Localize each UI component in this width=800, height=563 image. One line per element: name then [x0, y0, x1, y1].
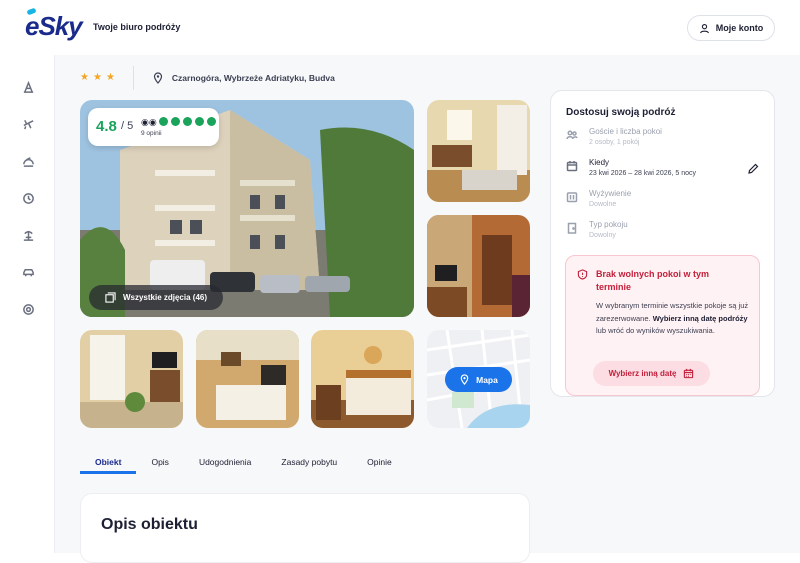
all-photos-label: Wszystkie zdjęcia (46) [122, 293, 208, 302]
alert-title: Brak wolnych pokoi w tym terminie [596, 269, 710, 292]
tab-opis[interactable]: Opis [136, 450, 183, 474]
photo-room-3[interactable] [80, 330, 183, 428]
guests-icon [566, 130, 578, 140]
tagline: Twoje biuro podróży [93, 22, 181, 32]
photo-room-4[interactable] [196, 330, 299, 428]
hotel-icon[interactable] [21, 80, 35, 94]
room-type-label: Typ pokoju [589, 220, 628, 229]
map-label: Mapa [476, 374, 498, 385]
dates-value: 23 kwi 2026 – 28 kwi 2026, 5 nocy [589, 170, 697, 177]
door-icon [567, 222, 577, 234]
calendar-icon [684, 368, 694, 379]
room-type-option[interactable]: Typ pokoju Dowolny [566, 220, 766, 248]
location-text: Czarnogóra, Wybrzeże Adriatyku, Budva [171, 72, 335, 83]
review-count: 9 opinii [141, 130, 162, 137]
alert-body-text-end: lub wróć do wyników wyszukiwania. [596, 326, 715, 335]
dates-label: Kiedy [589, 158, 610, 167]
vacation-icon[interactable] [21, 228, 35, 242]
divider [132, 65, 134, 90]
rating-card[interactable]: 4.8 / 5 ◉◉ 9 opinii [88, 108, 219, 146]
top-bar: eSky Twoje biuro podróży Moje konto [0, 0, 800, 55]
tab-udogodnienia[interactable]: Udogodnienia [184, 450, 266, 474]
guests-option[interactable]: Goście i liczba pokoi 2 osoby, 1 pokój [566, 127, 766, 155]
rating-dot [207, 117, 216, 126]
choose-other-date-label: Wybierz inną datę [608, 369, 677, 378]
gallery-icon [105, 292, 116, 303]
hotel-stars: ★ ★ ★ [80, 72, 115, 83]
tab-obiekt[interactable]: Obiekt [80, 450, 137, 474]
room-image [311, 330, 414, 428]
rating-dot [159, 117, 168, 126]
sidebar [0, 55, 55, 553]
room-image [427, 100, 530, 202]
last-minute-icon[interactable] [21, 191, 35, 205]
section-title: Opis obiektu [101, 516, 198, 533]
panel-title: Dostosuj swoją podróż [566, 107, 676, 118]
location-pin-icon [460, 374, 469, 385]
photo-room-2[interactable] [427, 215, 530, 317]
board-value: Dowolne [589, 201, 617, 208]
hotel-location[interactable]: Czarnogóra, Wybrzeże Adriatyku, Budva [152, 71, 335, 84]
logo-text: eSky [25, 10, 83, 41]
shield-alert-icon [577, 269, 588, 280]
photo-room-5[interactable] [311, 330, 414, 428]
flight-hotel-icon[interactable] [21, 154, 35, 168]
rating-dot [183, 117, 192, 126]
flight-icon[interactable] [21, 117, 35, 131]
calendar-icon [566, 161, 578, 172]
rating-dots [159, 117, 216, 126]
room-image [196, 330, 299, 428]
room-image [80, 330, 183, 428]
car-icon[interactable] [21, 265, 35, 279]
star-icon: ★ [105, 72, 115, 83]
edit-dates-icon[interactable] [747, 163, 759, 175]
alert-body: W wybranym terminie wszystkie pokoje są … [596, 300, 751, 338]
meal-icon [566, 192, 578, 203]
tab-zasady-pobytu[interactable]: Zasady pobytu [266, 450, 352, 474]
star-icon: ★ [80, 72, 89, 83]
room-type-value: Dowolny [589, 232, 616, 239]
all-photos-button[interactable]: Wszystkie zdjęcia (46) [89, 285, 223, 310]
board-label: Wyżywienie [589, 189, 632, 198]
rating-dot [195, 117, 204, 126]
my-account-label: Moje konto [715, 23, 764, 33]
tripadvisor-icon: ◉◉ [141, 117, 157, 127]
guests-label: Goście i liczba pokoi [589, 127, 662, 136]
hotel-tabs: Obiekt Opis Udogodnienia Zasady pobytu O… [80, 450, 407, 476]
my-account-button[interactable]: Moje konto [687, 15, 775, 41]
esky-logo[interactable]: eSky [25, 7, 83, 41]
rating-dot [171, 117, 180, 126]
alert-body-emphasis: Wybierz inną datę podróży [652, 313, 748, 323]
location-pin-icon [153, 71, 163, 84]
hotel-header-row: ★ ★ ★ Czarnogóra, Wybrzeże Adriatyku, Bu… [80, 65, 335, 90]
rating-score: 4.8 [96, 118, 117, 135]
rating-max: / 5 [121, 120, 134, 132]
map-button[interactable]: Mapa [445, 367, 512, 392]
tab-opinie[interactable]: Opinie [352, 450, 407, 474]
dates-option[interactable]: Kiedy 23 kwi 2026 – 28 kwi 2026, 5 nocy [566, 158, 766, 186]
photo-room-1[interactable] [427, 100, 530, 202]
board-option[interactable]: Wyżywienie Dowolne [566, 189, 766, 217]
star-icon: ★ [92, 72, 102, 83]
choose-other-date-button[interactable]: Wybierz inną datę [593, 361, 710, 386]
room-image [427, 215, 530, 317]
user-icon [699, 23, 709, 33]
support-icon[interactable] [21, 302, 35, 316]
guests-value: 2 osoby, 1 pokój [589, 139, 640, 146]
